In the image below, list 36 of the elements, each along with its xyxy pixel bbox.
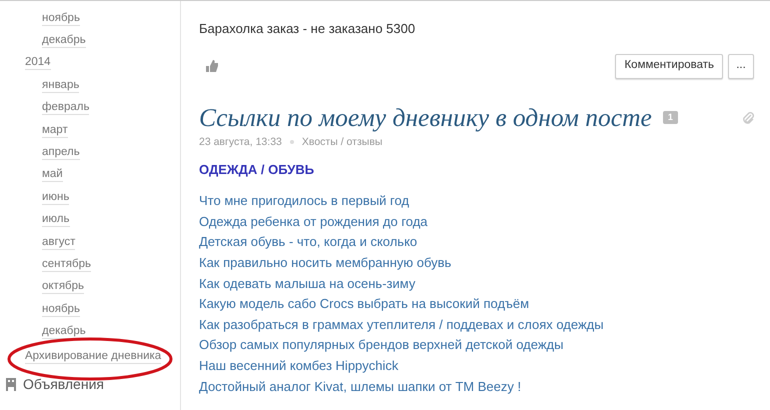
month-link[interactable]: январь xyxy=(42,78,80,93)
paperclip-icon[interactable] xyxy=(742,110,754,124)
month-link[interactable]: декабрь xyxy=(42,324,86,340)
ads-link[interactable]: Объявления xyxy=(23,374,104,395)
thumbs-up-icon[interactable] xyxy=(205,59,219,73)
month-link[interactable]: июнь xyxy=(42,190,70,205)
post-link[interactable]: Как разобраться в граммах утеплителя / поддевах и слоях одежды xyxy=(199,314,604,334)
post-title[interactable]: Ссылки по моему дневнику в одном посте xyxy=(199,102,652,132)
post-link[interactable]: Как одевать малыша на осень-зиму xyxy=(199,274,416,294)
month-link[interactable]: ноябрь xyxy=(42,10,80,26)
more-button[interactable]: ... xyxy=(728,54,754,78)
post-date: 23 августа, 13:33 xyxy=(199,134,282,150)
post-text: Барахолка заказ - не заказано 5300 xyxy=(199,20,416,38)
building-icon xyxy=(5,378,17,391)
post-link[interactable]: Детская обувь - что, когда и сколько xyxy=(199,232,418,252)
comment-button[interactable]: Комментировать xyxy=(615,54,723,78)
section-heading: ОДЕЖДА / ОБУВЬ xyxy=(199,161,316,180)
post-link[interactable]: Какую модель сабо Crocs выбрать на высокий подъём xyxy=(199,294,530,314)
month-link[interactable]: декабрь xyxy=(42,33,86,48)
month-link[interactable]: февраль xyxy=(42,100,90,116)
month-link[interactable]: ноябрь xyxy=(42,302,80,317)
month-link[interactable]: апрель xyxy=(42,145,80,160)
post-link[interactable]: Обзор самых популярных брендов верхней детской одежды xyxy=(199,335,564,355)
month-link[interactable]: июль xyxy=(42,212,70,228)
month-link[interactable]: август xyxy=(42,234,76,250)
post-link[interactable]: Одежда ребенка от рождения до года xyxy=(199,212,428,232)
month-link[interactable]: октябрь xyxy=(42,279,84,294)
post-link[interactable]: Наш весенний комбез Hippychick xyxy=(199,356,398,376)
post-link[interactable]: Как правильно носить мембранную обувь xyxy=(199,253,452,273)
month-link[interactable]: май xyxy=(42,167,63,182)
post-link[interactable]: Что мне пригодилось в первый год xyxy=(199,191,410,211)
post-tag[interactable]: Хвосты / отзывы xyxy=(302,134,382,150)
month-link[interactable]: сентябрь xyxy=(42,256,91,272)
month-link[interactable]: март xyxy=(42,122,68,138)
post-link[interactable]: Достойный аналог Kivat, шлемы шапки от ТМ Beezy ! xyxy=(199,376,522,396)
year-link[interactable]: 2014 xyxy=(25,55,51,70)
